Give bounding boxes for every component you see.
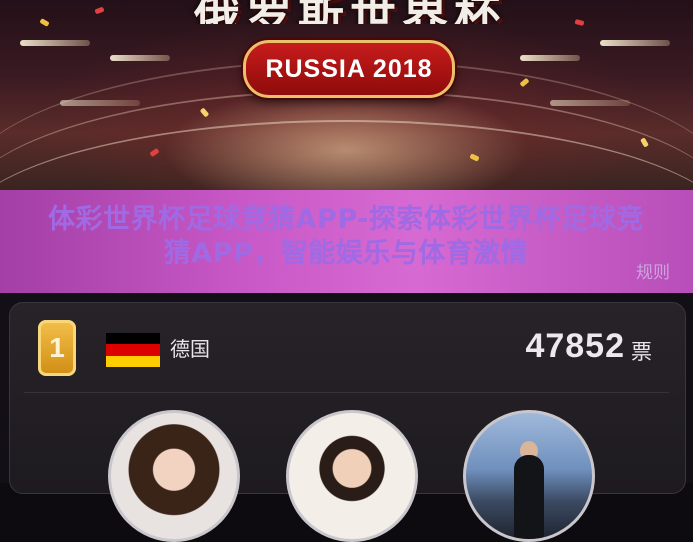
country-name: 德国 (170, 337, 210, 361)
supporter-avatar-1[interactable] (108, 410, 240, 542)
vote-unit: 票 (631, 340, 652, 364)
rank-number: 1 (49, 332, 65, 363)
article-title: 体彩世界杯足球竞猜APP-探索体彩世界杯足球竞猜APP，智能娱乐与体育激情 (48, 204, 644, 269)
stadium-hero-banner: 俄罗斯世界杯 RUSSIA 2018 (0, 0, 693, 190)
supporter-avatar-2[interactable] (286, 410, 418, 542)
russia-2018-badge: RUSSIA 2018 (243, 40, 455, 98)
germany-flag-icon (106, 333, 160, 367)
vote-count: 47852 (525, 327, 625, 365)
badge-text: RUSSIA 2018 (265, 54, 433, 83)
card-divider (24, 392, 669, 393)
hero-title-text: 俄罗斯世界杯 (130, 0, 570, 24)
supporter-avatar-3[interactable] (463, 410, 595, 542)
rules-link[interactable]: 规则 (636, 258, 670, 283)
rank-badge: 1 (38, 320, 76, 376)
avatar-person-body (514, 455, 544, 539)
